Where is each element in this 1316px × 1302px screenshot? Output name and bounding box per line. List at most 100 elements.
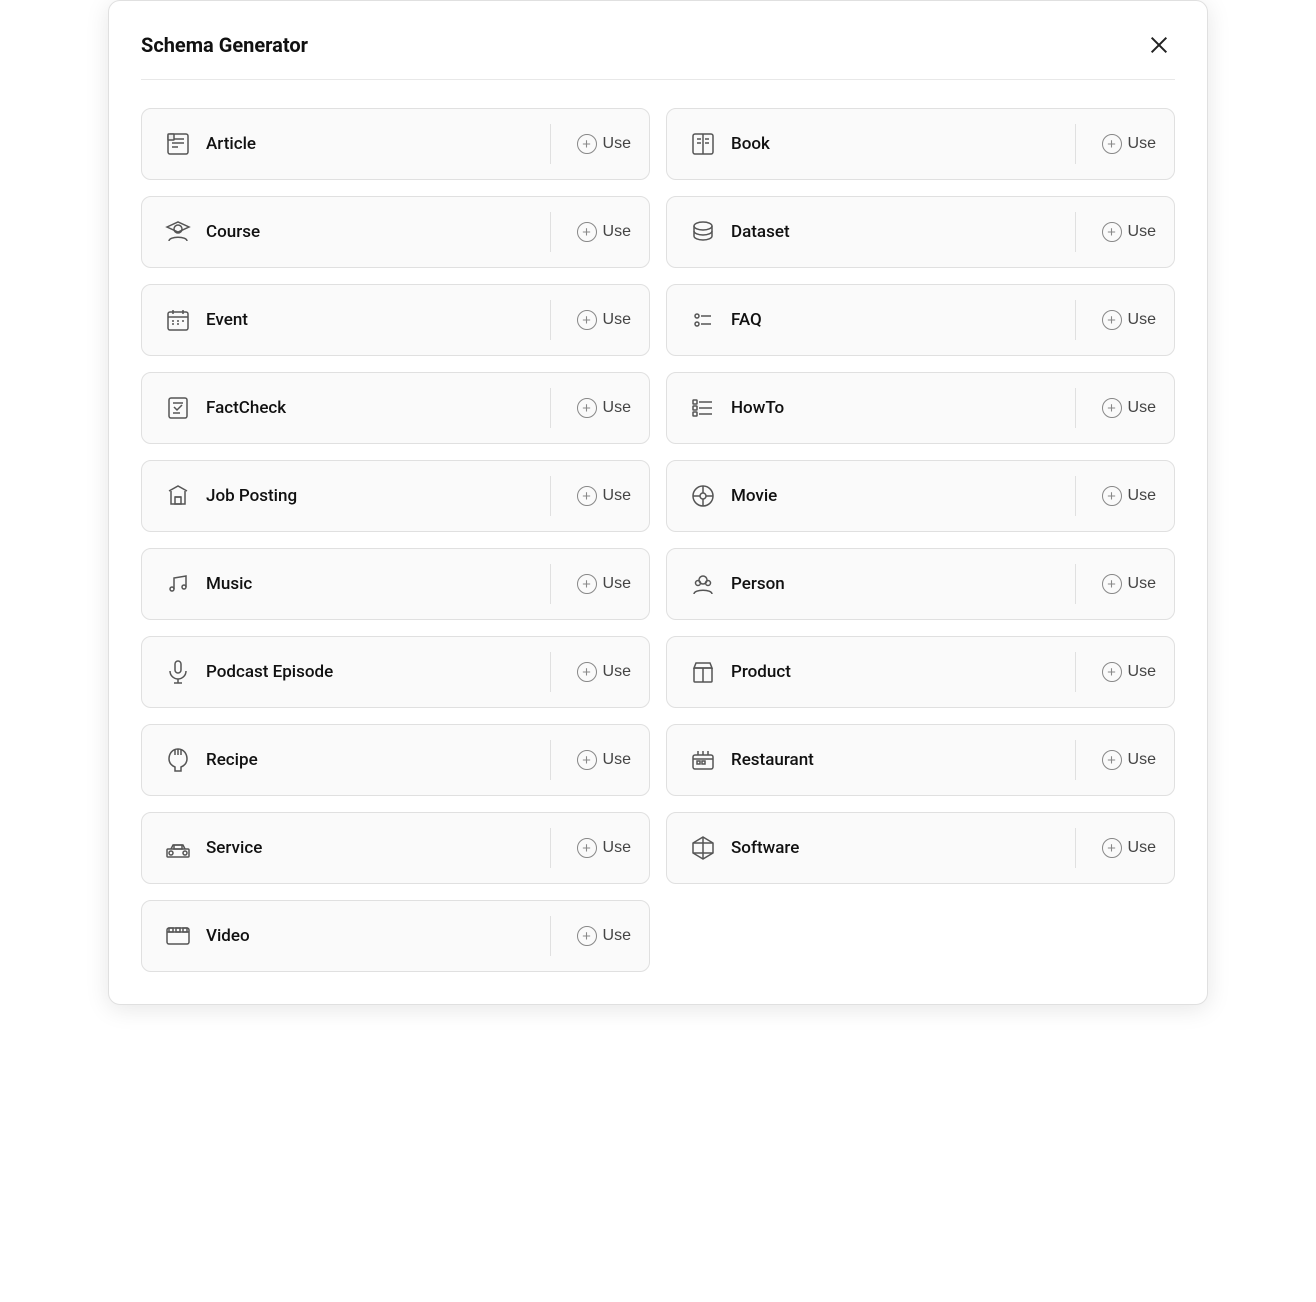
card-label-software: Software [731,838,1067,858]
product-icon [685,654,721,690]
use-label-recipe: Use [603,751,631,769]
use-label-article: Use [603,135,631,153]
card-faq[interactable]: FAQ + Use [666,284,1175,356]
use-button-faq[interactable]: + Use [1084,285,1174,355]
card-divider-book [1075,124,1076,164]
person-icon [685,566,721,602]
use-plus-icon-book: + [1102,134,1122,154]
card-product[interactable]: Product + Use [666,636,1175,708]
use-label-factcheck: Use [603,399,631,417]
use-button-movie[interactable]: + Use [1084,461,1174,531]
use-label-howto: Use [1128,399,1156,417]
use-button-podcastepisode[interactable]: + Use [559,637,649,707]
card-divider-video [550,916,551,956]
card-factcheck[interactable]: FactCheck + Use [141,372,650,444]
use-label-software: Use [1128,839,1156,857]
use-plus-icon-music: + [577,574,597,594]
use-button-software[interactable]: + Use [1084,813,1174,883]
use-button-event[interactable]: + Use [559,285,649,355]
card-podcastepisode[interactable]: Podcast Episode + Use [141,636,650,708]
card-label-service: Service [206,838,542,858]
card-label-video: Video [206,926,542,946]
use-label-jobposting: Use [603,487,631,505]
movie-icon [685,478,721,514]
card-label-faq: FAQ [731,310,1067,330]
card-divider-movie [1075,476,1076,516]
card-jobposting[interactable]: Job Posting + Use [141,460,650,532]
use-label-event: Use [603,311,631,329]
use-label-book: Use [1128,135,1156,153]
card-label-restaurant: Restaurant [731,750,1067,770]
event-icon [160,302,196,338]
use-button-recipe[interactable]: + Use [559,725,649,795]
close-icon [1148,34,1170,56]
close-button[interactable] [1143,29,1175,61]
use-button-person[interactable]: + Use [1084,549,1174,619]
card-divider-restaurant [1075,740,1076,780]
use-label-music: Use [603,575,631,593]
use-button-howto[interactable]: + Use [1084,373,1174,443]
card-label-recipe: Recipe [206,750,542,770]
card-software[interactable]: Software + Use [666,812,1175,884]
use-label-video: Use [603,927,631,945]
card-label-book: Book [731,134,1067,154]
card-howto[interactable]: HowTo + Use [666,372,1175,444]
card-divider-dataset [1075,212,1076,252]
use-plus-icon-software: + [1102,838,1122,858]
card-label-course: Course [206,222,542,242]
use-button-restaurant[interactable]: + Use [1084,725,1174,795]
use-plus-icon-recipe: + [577,750,597,770]
card-divider-product [1075,652,1076,692]
use-plus-icon-howto: + [1102,398,1122,418]
use-button-article[interactable]: + Use [559,109,649,179]
use-label-course: Use [603,223,631,241]
card-label-music: Music [206,574,542,594]
card-article[interactable]: Article + Use [141,108,650,180]
card-recipe[interactable]: Recipe + Use [141,724,650,796]
card-label-event: Event [206,310,542,330]
use-button-course[interactable]: + Use [559,197,649,267]
card-event[interactable]: Event + Use [141,284,650,356]
use-button-music[interactable]: + Use [559,549,649,619]
use-button-jobposting[interactable]: + Use [559,461,649,531]
card-divider-jobposting [550,476,551,516]
card-label-podcastepisode: Podcast Episode [206,662,542,682]
card-label-factcheck: FactCheck [206,398,542,418]
use-plus-icon-video: + [577,926,597,946]
music-icon [160,566,196,602]
card-label-jobposting: Job Posting [206,486,542,506]
book-icon [685,126,721,162]
schema-generator-modal: Schema Generator Article + Use Book + Us… [108,0,1208,1005]
card-person[interactable]: Person + Use [666,548,1175,620]
use-label-person: Use [1128,575,1156,593]
card-dataset[interactable]: Dataset + Use [666,196,1175,268]
card-label-product: Product [731,662,1067,682]
use-label-dataset: Use [1128,223,1156,241]
card-service[interactable]: Service + Use [141,812,650,884]
card-divider-howto [1075,388,1076,428]
use-label-service: Use [603,839,631,857]
card-video[interactable]: Video + Use [141,900,650,972]
card-divider-course [550,212,551,252]
card-music[interactable]: Music + Use [141,548,650,620]
use-plus-icon-event: + [577,310,597,330]
use-label-podcastepisode: Use [603,663,631,681]
use-plus-icon-restaurant: + [1102,750,1122,770]
use-button-factcheck[interactable]: + Use [559,373,649,443]
use-plus-icon-product: + [1102,662,1122,682]
use-button-book[interactable]: + Use [1084,109,1174,179]
use-label-restaurant: Use [1128,751,1156,769]
use-plus-icon-course: + [577,222,597,242]
use-button-product[interactable]: + Use [1084,637,1174,707]
card-restaurant[interactable]: Restaurant + Use [666,724,1175,796]
card-book[interactable]: Book + Use [666,108,1175,180]
card-divider-recipe [550,740,551,780]
video-icon [160,918,196,954]
use-label-product: Use [1128,663,1156,681]
use-button-video[interactable]: + Use [559,901,649,971]
card-course[interactable]: Course + Use [141,196,650,268]
card-movie[interactable]: Movie + Use [666,460,1175,532]
use-button-dataset[interactable]: + Use [1084,197,1174,267]
card-divider-music [550,564,551,604]
use-button-service[interactable]: + Use [559,813,649,883]
